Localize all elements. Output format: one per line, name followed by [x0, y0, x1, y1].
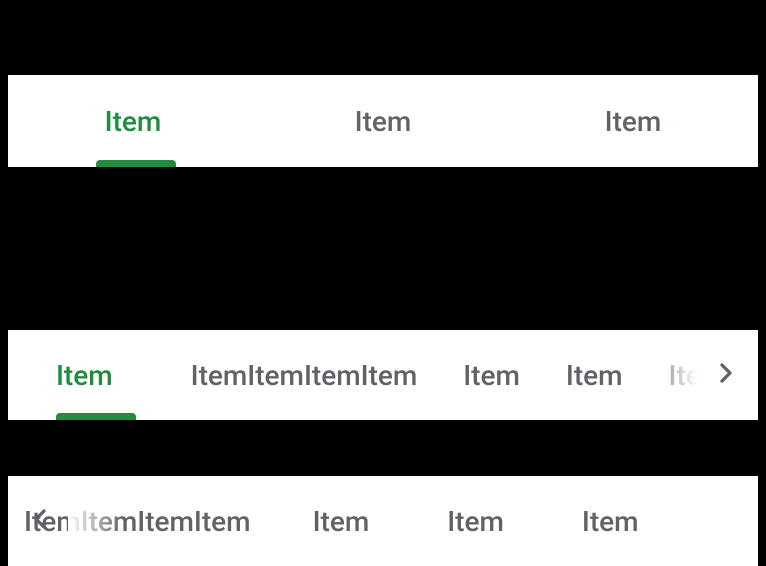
tab-item[interactable]: ItemItemItemItem [187, 330, 422, 420]
tab-label: Item [313, 505, 370, 538]
scroll-right-button[interactable] [708, 357, 744, 393]
tab-item[interactable]: Item [258, 75, 508, 167]
tab-label: ItemItemItemItem [24, 505, 251, 538]
scrollable-tab-bar: ItemItemItemItem Item Item Item [8, 476, 758, 566]
tab-label: Item [447, 505, 504, 538]
tab-label: Item [605, 105, 662, 138]
tab-item[interactable]: Item [562, 330, 627, 420]
tab-label: Item [566, 359, 623, 392]
tab-indicator [56, 413, 136, 420]
tab-item[interactable]: Item [459, 330, 524, 420]
tab-item[interactable]: Item [562, 476, 659, 566]
tab-label: Item [355, 105, 412, 138]
tab-item[interactable]: Item [508, 75, 758, 167]
tab-indicator [96, 160, 176, 167]
tab-item[interactable]: Item [20, 330, 149, 420]
tab-label: Item [105, 105, 162, 138]
scrollable-tab-bar: Item ItemItemItemItem Item Item Item [8, 330, 758, 420]
tab-label: Item [669, 359, 698, 392]
tab-label: ItemItemItemItem [191, 359, 418, 392]
tab-item[interactable]: ItemItemItemItem [20, 476, 255, 566]
tab-label: Item [56, 359, 113, 392]
tab-item[interactable]: Item [293, 476, 390, 566]
tab-item[interactable]: Item [665, 330, 698, 420]
tab-label: Item [463, 359, 520, 392]
tab-item[interactable]: Item [427, 476, 524, 566]
chevron-right-icon [710, 357, 742, 393]
fixed-tab-bar: Item Item Item [8, 75, 758, 167]
tab-item[interactable]: Item [8, 75, 258, 167]
tab-label: Item [582, 505, 639, 538]
